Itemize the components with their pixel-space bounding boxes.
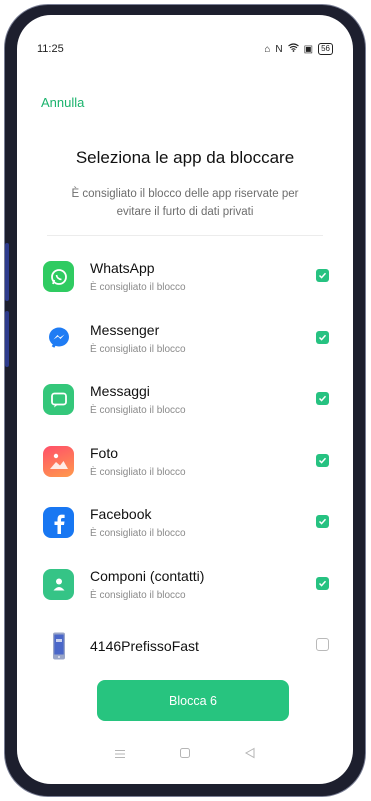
phone-frame: 11:25 ⌂ N ▣ 56 Annulla Seleziona le app … <box>4 4 366 797</box>
status-bar: 11:25 ⌂ N ▣ 56 <box>37 39 333 59</box>
battery-indicator: 56 <box>318 43 333 55</box>
wifi-icon <box>287 43 299 55</box>
screen: 11:25 ⌂ N ▣ 56 Annulla Seleziona le app … <box>17 15 353 784</box>
status-icons: ⌂ N ▣ 56 <box>264 43 333 55</box>
menu-icon[interactable] <box>114 746 126 764</box>
phone-app-icon <box>43 630 74 661</box>
app-name: Foto <box>90 444 119 461</box>
list-item[interactable]: 4146PrefissoFast <box>17 620 353 682</box>
app-name: Facebook <box>90 506 152 522</box>
whatsapp-icon <box>43 261 74 292</box>
app-name: Componi (contatti) <box>90 567 205 584</box>
list-item[interactable]: Messenger È consigliato il blocco <box>17 313 353 375</box>
photos-icon <box>43 445 74 477</box>
app-name: WhatsApp <box>90 260 155 276</box>
app-recommendation: È consigliato il blocco <box>90 466 186 478</box>
volume-button <box>5 243 9 301</box>
lock-button[interactable]: Blocca 6 <box>97 680 289 721</box>
nfc-icon: N <box>275 43 283 55</box>
messenger-icon <box>43 322 74 354</box>
contacts-icon <box>43 568 74 600</box>
back-icon[interactable] <box>244 746 256 764</box>
page-subtitle: È consigliato il blocco delle app riserv… <box>71 188 299 218</box>
list-item[interactable]: Facebook È consigliato il blocco <box>17 497 353 559</box>
app-recommendation: È consigliato il blocco <box>90 589 186 601</box>
navigation-bar <box>17 745 353 765</box>
app-checkbox[interactable] <box>316 453 329 467</box>
list-item[interactable]: Foto È consigliato il blocco <box>17 436 353 498</box>
app-checkbox[interactable] <box>316 515 329 528</box>
app-checkbox[interactable] <box>316 269 329 282</box>
divider <box>47 235 323 236</box>
list-item[interactable]: WhatsApp È consigliato il blocco <box>17 251 353 313</box>
app-recommendation: È consigliato il blocco <box>90 282 186 293</box>
messages-icon <box>43 384 74 415</box>
page-title: Seleziona le app da bloccare <box>75 148 295 167</box>
sim-icon: ▣ <box>303 43 314 55</box>
cancel-button[interactable]: Annulla <box>41 95 84 110</box>
app-checkbox[interactable] <box>316 330 329 344</box>
app-checkbox[interactable] <box>316 392 329 405</box>
home-icon[interactable] <box>179 746 191 764</box>
app-list: WhatsApp È consigliato il blocco Messeng… <box>17 251 353 682</box>
app-name: Messaggi <box>90 383 150 399</box>
app-checkbox[interactable] <box>316 638 329 651</box>
app-name: 4146PrefissoFast <box>90 638 199 654</box>
app-recommendation: È consigliato il blocco <box>90 528 186 539</box>
facebook-icon <box>43 507 74 538</box>
app-name: Messenger <box>90 321 160 338</box>
app-recommendation: È consigliato il blocco <box>90 405 186 416</box>
alarm-icon: ⌂ <box>264 43 271 55</box>
power-button <box>5 311 9 367</box>
app-checkbox[interactable] <box>316 576 329 590</box>
status-time: 11:25 <box>37 43 64 55</box>
app-recommendation: È consigliato il blocco <box>90 343 186 355</box>
list-item[interactable]: Componi (contatti) È consigliato il bloc… <box>17 559 353 621</box>
list-item[interactable]: Messaggi È consigliato il blocco <box>17 374 353 436</box>
